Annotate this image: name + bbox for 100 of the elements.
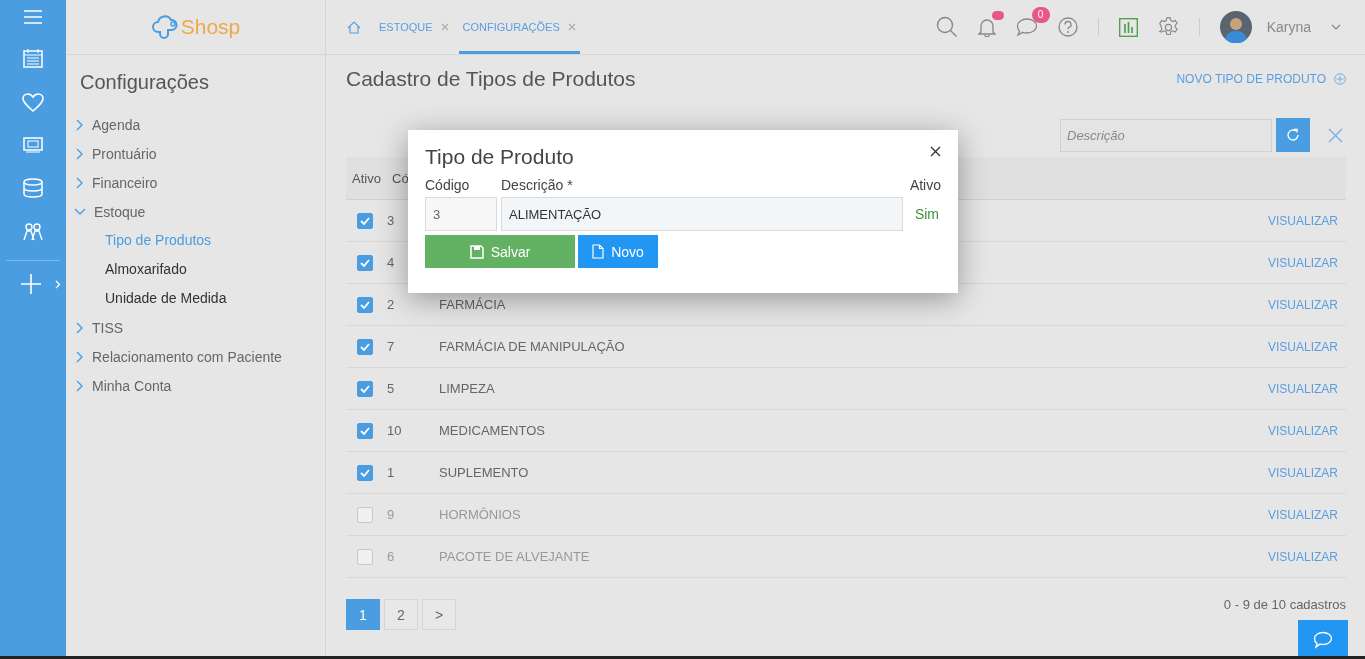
chevron-right-icon[interactable] (76, 350, 84, 363)
floppy-icon (469, 244, 484, 259)
chevron-down-icon[interactable] (74, 207, 86, 216)
sidebar-item[interactable]: Agenda (92, 116, 141, 133)
caret-icon[interactable] (1331, 24, 1341, 30)
menu-icon[interactable] (24, 10, 42, 24)
active-value: Sim (913, 206, 940, 222)
view-link[interactable]: VISUALIZAR (1267, 465, 1338, 480)
sidebar-title: Configurações (80, 71, 210, 94)
description-cell: HORMÔNIOS (439, 507, 521, 522)
money-icon[interactable] (23, 137, 43, 153)
record-count: 0 - 9 de 10 cadastros (1223, 597, 1346, 612)
code-cell: 7 (387, 339, 395, 354)
refresh-button[interactable] (1276, 118, 1310, 152)
description-cell: LIMPEZA (439, 381, 495, 396)
field-label: Ativo (908, 177, 941, 193)
description-cell: MEDICAMENTOS (439, 423, 545, 438)
search-field[interactable]: Descrição (1060, 118, 1272, 152)
view-link[interactable]: VISUALIZAR (1267, 423, 1338, 438)
view-link[interactable]: VISUALIZAR (1267, 297, 1338, 312)
plus-icon[interactable] (21, 274, 41, 294)
view-link[interactable]: VISUALIZAR (1267, 507, 1338, 522)
code-cell: 4 (387, 255, 395, 270)
sidebar-item[interactable]: Minha Conta (92, 377, 172, 394)
page-title: Cadastro de Tipos de Produtos (346, 67, 636, 91)
chat-button[interactable] (1298, 620, 1348, 659)
bell-icon[interactable] (977, 17, 996, 37)
sidebar-subitem[interactable]: Tipo de Produtos (66, 226, 325, 255)
chevron-right-icon[interactable] (76, 118, 84, 131)
code-cell: 2 (387, 297, 395, 312)
code-cell: 10 (387, 423, 402, 438)
checkbox[interactable] (357, 296, 373, 313)
view-link[interactable]: VISUALIZAR (1267, 255, 1338, 270)
save-button[interactable]: Salvar (425, 235, 575, 268)
home-icon[interactable] (347, 20, 361, 34)
sidebar-item[interactable]: Relacionamento com Paciente (92, 348, 282, 365)
logo-text: Shosp (180, 15, 241, 39)
checkbox[interactable] (357, 212, 373, 229)
checkbox[interactable] (357, 254, 373, 271)
sidebar-item[interactable]: Financeiro (92, 174, 158, 191)
close-icon[interactable] (930, 145, 941, 157)
new-product-type-link[interactable]: NOVO TIPO DE PRODUTO (1176, 72, 1346, 86)
chat-icon (1313, 630, 1333, 649)
refresh-icon (1285, 127, 1301, 143)
check-icon (360, 258, 370, 267)
description-field[interactable]: ALIMENTAÇÃO (501, 197, 903, 231)
sidebar-item[interactable]: Prontuário (92, 145, 157, 162)
view-link[interactable]: VISUALIZAR (1267, 549, 1338, 564)
page-button[interactable]: 1 (346, 599, 380, 630)
tab[interactable]: CONFIGURAÇÕES (458, 0, 580, 54)
settings-icon[interactable] (1157, 16, 1179, 38)
chevron-right-icon[interactable] (76, 147, 84, 160)
sidebar-item[interactable]: TISS (92, 319, 124, 336)
column-header: Ativo (351, 170, 382, 186)
chevron-right-icon[interactable] (76, 321, 84, 334)
checkbox[interactable] (357, 548, 373, 565)
tab[interactable]: ESTOQUE (379, 0, 449, 54)
view-link[interactable]: VISUALIZAR (1267, 213, 1338, 228)
field-label: Descrição * (501, 177, 574, 193)
view-link[interactable]: VISUALIZAR (1267, 339, 1338, 354)
chevron-right-icon[interactable] (76, 379, 84, 392)
description-cell: FARMÁCIA DE MANIPULAÇÃO (439, 339, 625, 354)
code-cell: 9 (387, 507, 395, 522)
code-cell: 3 (387, 213, 395, 228)
sidebar-subitem[interactable]: Unidade de Medida (66, 284, 325, 313)
chart-icon[interactable] (1118, 17, 1138, 37)
dialog-title: Tipo de Produto (425, 145, 574, 169)
chat-icon[interactable] (1015, 17, 1038, 37)
page-button[interactable]: 2 (384, 599, 418, 630)
code-field[interactable]: 3 (425, 197, 497, 231)
check-icon (360, 468, 370, 477)
checkbox[interactable] (357, 338, 373, 355)
column-header: Có (392, 170, 409, 186)
sidebar-item[interactable]: Estoque (94, 203, 146, 220)
description-cell: PACOTE DE ALVEJANTE (439, 549, 590, 564)
chevron-right-icon[interactable] (76, 176, 84, 189)
add-icon (1334, 73, 1346, 85)
checkbox[interactable] (357, 506, 373, 523)
checkbox[interactable] (357, 464, 373, 481)
new-button[interactable]: Novo (578, 235, 658, 268)
check-icon (360, 384, 370, 393)
avatar[interactable] (1219, 11, 1252, 43)
code-cell: 1 (387, 465, 395, 480)
code-cell: 5 (387, 381, 395, 396)
database-icon[interactable] (23, 178, 43, 198)
heart-icon[interactable] (22, 93, 44, 112)
check-icon (360, 216, 370, 225)
people-icon[interactable] (23, 223, 43, 241)
help-icon[interactable] (1057, 17, 1078, 37)
search-icon[interactable] (935, 16, 958, 38)
description-cell: FARMÁCIA (439, 297, 506, 312)
calendar-icon[interactable] (23, 49, 43, 68)
document-icon (592, 244, 605, 259)
page-button[interactable]: > (422, 599, 456, 630)
checkbox[interactable] (357, 422, 373, 439)
user-name[interactable]: Karyna (1266, 19, 1311, 35)
sidebar-subitem[interactable]: Almoxarifado (66, 255, 325, 284)
checkbox[interactable] (357, 380, 373, 397)
view-link[interactable]: VISUALIZAR (1267, 381, 1338, 396)
description-cell: SUPLEMENTO (439, 465, 529, 480)
